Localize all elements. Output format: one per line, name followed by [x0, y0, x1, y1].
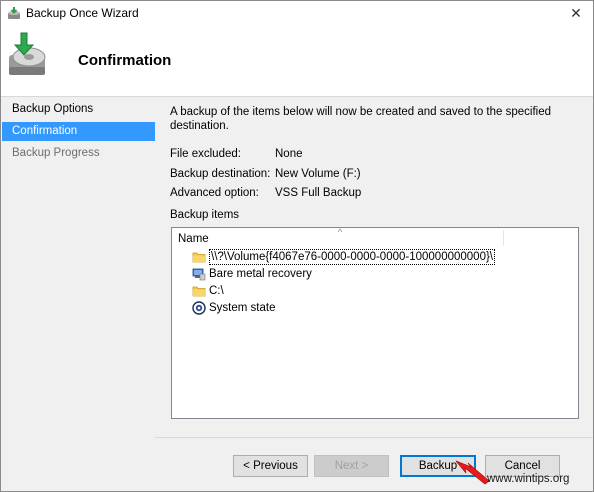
advanced-option-label: Advanced option: [170, 187, 259, 199]
step-confirmation[interactable]: Confirmation [2, 122, 155, 141]
next-button: Next > [314, 455, 389, 477]
file-excluded-value: None [275, 148, 303, 160]
backup-app-icon [8, 7, 20, 19]
column-divider[interactable] [503, 230, 504, 246]
watermark-text: www.wintips.org [487, 473, 570, 485]
list-item-label: \\?\Volume{f4067e76-0000-0000-0000-10000… [209, 249, 495, 265]
wizard-window: Backup Once Wizard ✕ Confirmation Backup… [0, 0, 594, 492]
bare-metal-icon [192, 268, 206, 281]
window-title: Backup Once Wizard [26, 6, 139, 20]
folder-icon [192, 252, 206, 263]
backup-items-list[interactable]: ^ Name \\?\Volume{f4067e76-0000-0000-000… [171, 227, 579, 419]
wizard-header: Confirmation [1, 25, 593, 97]
step-backup-progress: Backup Progress [12, 147, 100, 159]
title-bar[interactable]: Backup Once Wizard ✕ [1, 1, 593, 25]
folder-icon [192, 286, 206, 297]
list-item-label: Bare metal recovery [209, 268, 312, 280]
close-button[interactable]: ✕ [559, 1, 593, 25]
list-column-header[interactable]: ^ Name [172, 227, 578, 248]
list-item-label: C:\ [209, 285, 224, 297]
page-title: Confirmation [78, 52, 172, 69]
sort-indicator: ^ [338, 227, 343, 237]
list-item-label: System state [209, 302, 276, 314]
wizard-steps: Backup Options Confirmation Backup Progr… [1, 97, 155, 491]
backup-destination-value: New Volume (F:) [275, 168, 361, 180]
confirmation-panel: A backup of the items below will now be … [161, 97, 585, 437]
advanced-option-value: VSS Full Backup [275, 187, 362, 199]
name-column-header[interactable]: Name [178, 233, 209, 245]
step-backup-options[interactable]: Backup Options [2, 100, 155, 119]
backup-items-label: Backup items [170, 209, 240, 221]
previous-button[interactable]: < Previous [233, 455, 308, 477]
file-excluded-label: File excluded: [170, 148, 241, 160]
confirmation-description: A backup of the items below will now be … [170, 106, 552, 132]
backup-disk-icon [9, 32, 46, 75]
backup-destination-label: Backup destination: [170, 168, 271, 180]
system-state-icon [192, 301, 206, 315]
